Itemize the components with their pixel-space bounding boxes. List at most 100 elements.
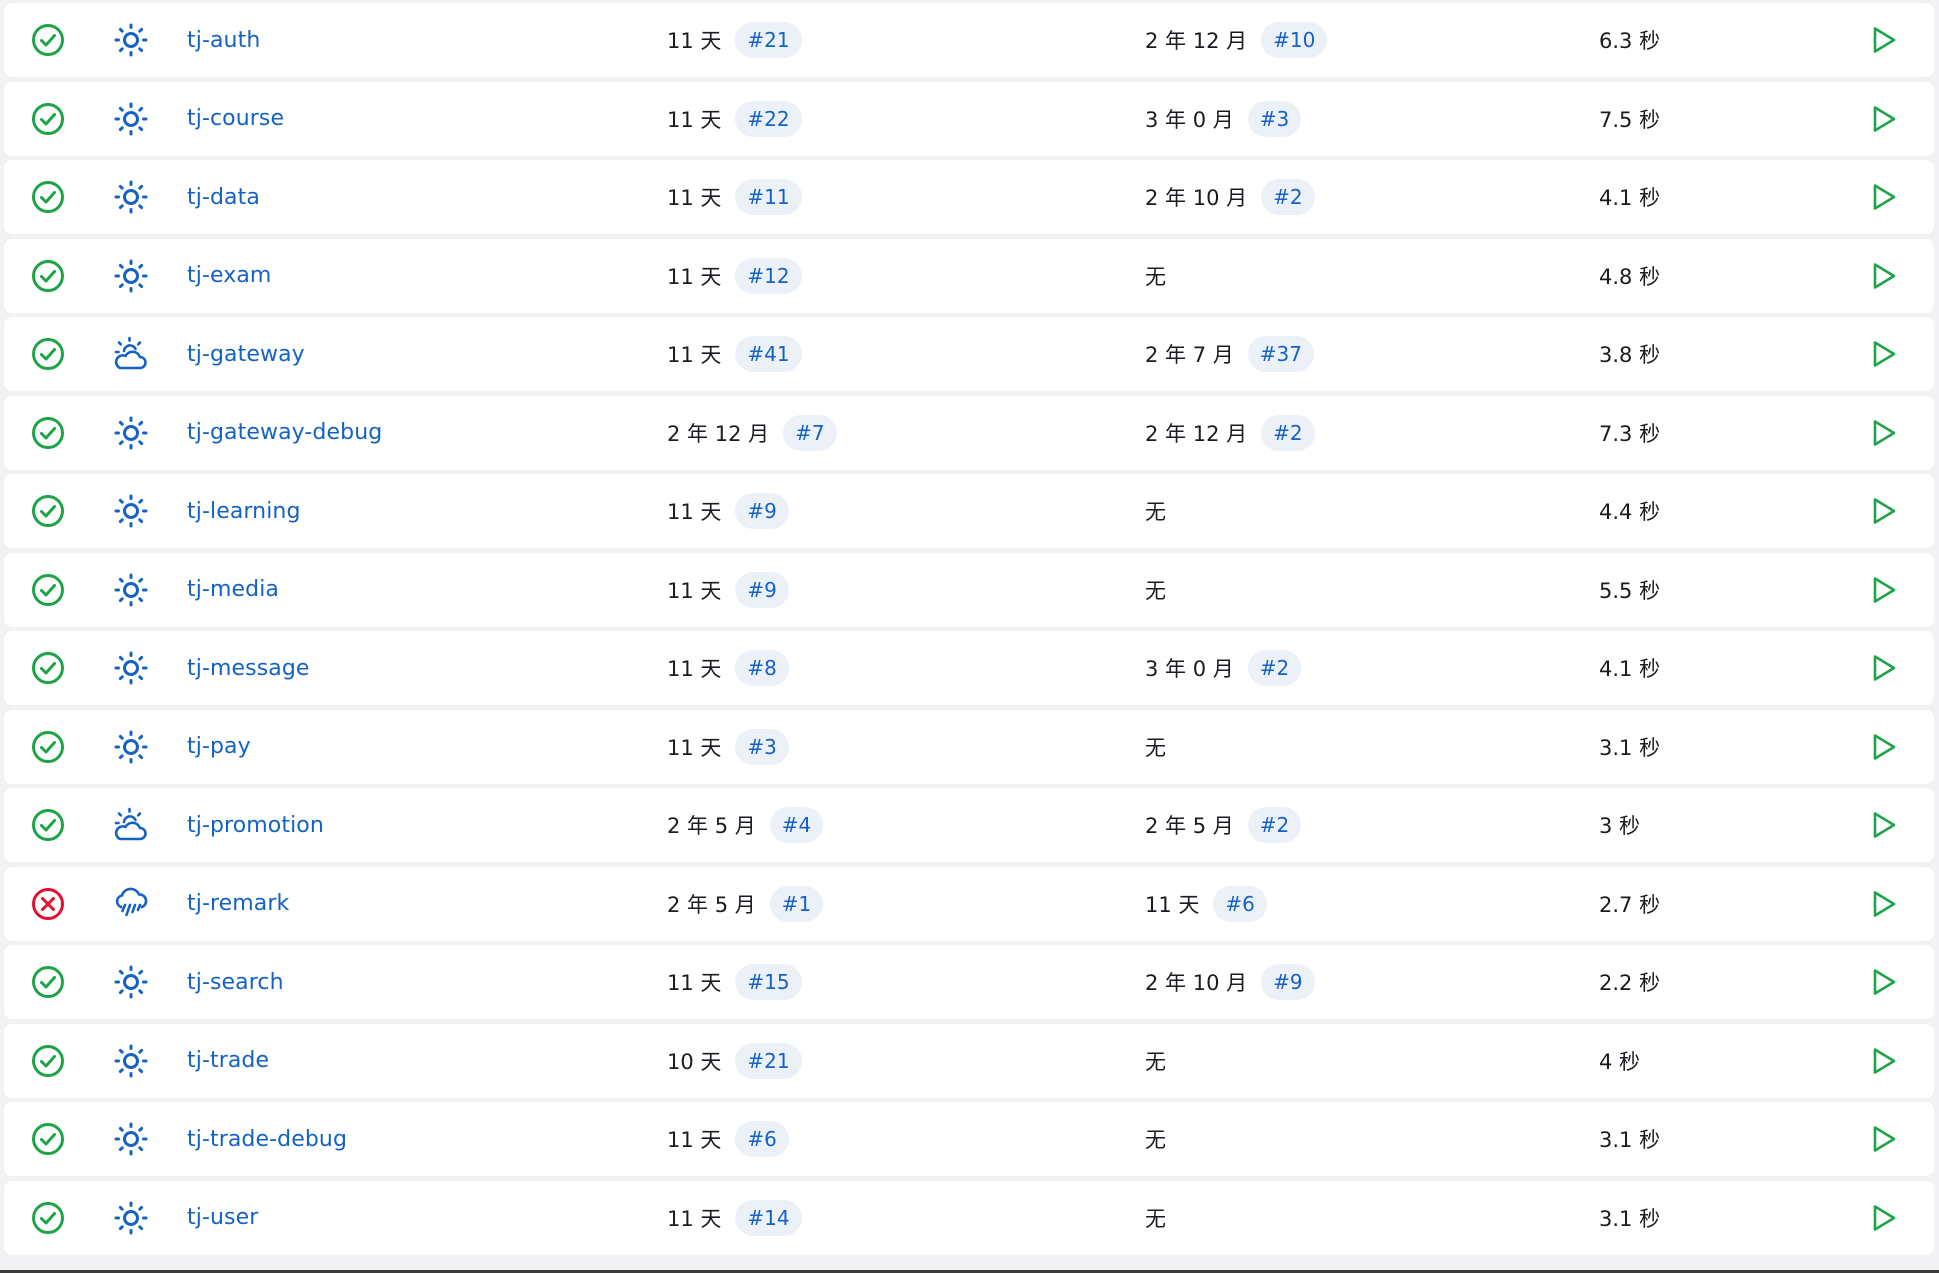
job-row: tj-gateway-debug 2 年 12 月 #7 2 年 12 月 #2… (4, 395, 1934, 470)
last-success-time: 11 天 (667, 107, 722, 132)
last-failure-build-link[interactable]: #37 (1247, 336, 1314, 372)
job-name-link[interactable]: tj-pay (187, 734, 251, 759)
last-failure-build-link[interactable]: #3 (1247, 100, 1302, 137)
last-failure-time: 无 (1145, 1206, 1166, 1231)
build-now-play-icon[interactable] (1864, 710, 1904, 784)
last-failure-build-link[interactable]: #10 (1261, 22, 1328, 58)
success-status-icon (28, 317, 68, 391)
last-duration-cell: 4.1 秒 (1599, 160, 1660, 234)
job-name-link[interactable]: tj-gateway (187, 342, 305, 367)
last-success-build-link[interactable]: #15 (735, 964, 802, 1000)
last-success-cell: 10 天 #21 (667, 1024, 802, 1098)
last-failure-build-link[interactable]: #2 (1247, 807, 1302, 843)
job-name-link[interactable]: tj-gateway-debug (187, 420, 382, 445)
last-success-time: 2 年 5 月 (667, 892, 756, 917)
build-now-play-icon[interactable] (1864, 1024, 1904, 1098)
success-status-icon (28, 1181, 68, 1255)
last-failure-build-link[interactable]: #2 (1261, 414, 1315, 451)
partly-cloudy-weather-icon (109, 317, 153, 391)
build-now-play-icon[interactable] (1864, 631, 1904, 705)
success-status-icon (28, 396, 68, 470)
job-name-link[interactable]: tj-search (187, 970, 284, 995)
last-duration: 3.1 秒 (1599, 735, 1661, 760)
last-success-build-link[interactable]: #7 (783, 414, 837, 451)
last-failure-time: 无 (1145, 735, 1166, 760)
last-failure-time: 2 年 7 月 (1145, 343, 1234, 367)
job-name-cell: tj-message (187, 631, 310, 705)
last-duration-cell: 6.3 秒 (1599, 3, 1660, 77)
build-now-play-icon[interactable] (1864, 788, 1904, 862)
last-success-build-link[interactable]: #11 (735, 179, 802, 215)
build-now-play-icon[interactable] (1864, 1102, 1904, 1176)
last-success-time: 11 天 (667, 343, 722, 367)
last-success-build-link[interactable]: #3 (735, 728, 789, 765)
last-success-cell: 2 年 5 月 #1 (667, 867, 824, 941)
build-now-play-icon[interactable] (1864, 867, 1904, 941)
job-name-link[interactable]: tj-message (187, 656, 310, 681)
build-now-play-icon[interactable] (1864, 396, 1904, 470)
build-now-play-icon[interactable] (1864, 160, 1904, 234)
last-success-time: 11 天 (667, 657, 722, 681)
job-name-cell: tj-auth (187, 3, 260, 77)
last-success-build-link[interactable]: #12 (735, 257, 802, 294)
last-success-build-link[interactable]: #22 (735, 100, 802, 137)
last-failure-build-link[interactable]: #9 (1261, 964, 1315, 1000)
job-row: tj-gateway 11 天 #41 2 年 7 月 #37 3.8 秒 (4, 317, 1934, 391)
job-row: tj-promotion 2 年 5 月 #4 2 年 5 月 #2 3 秒 (4, 788, 1934, 862)
job-name-link[interactable]: tj-trade-debug (187, 1127, 347, 1152)
sunny-weather-icon (109, 160, 153, 234)
success-status-icon (28, 1102, 68, 1176)
job-name-link[interactable]: tj-promotion (187, 813, 324, 838)
build-now-play-icon[interactable] (1864, 3, 1904, 77)
last-failure-cell: 无 (1145, 710, 1166, 784)
last-success-build-link[interactable]: #41 (735, 336, 802, 372)
last-failure-build-link[interactable]: #6 (1213, 885, 1267, 922)
last-failure-cell: 2 年 10 月 #9 (1145, 945, 1315, 1019)
last-failure-time: 2 年 5 月 (1145, 814, 1234, 838)
job-name-link[interactable]: tj-user (187, 1205, 258, 1230)
build-now-play-icon[interactable] (1864, 1181, 1904, 1255)
last-failure-cell: 无 (1145, 553, 1166, 627)
job-name-link[interactable]: tj-learning (187, 499, 301, 524)
last-success-build-link[interactable]: #9 (735, 493, 789, 529)
last-failure-time: 11 天 (1145, 892, 1200, 917)
last-success-cell: 11 天 #15 (667, 945, 802, 1019)
success-status-icon (28, 474, 68, 548)
last-success-build-link[interactable]: #14 (735, 1199, 802, 1236)
last-success-build-link[interactable]: #9 (735, 571, 789, 608)
build-now-play-icon[interactable] (1864, 945, 1904, 1019)
build-now-play-icon[interactable] (1864, 239, 1904, 313)
last-failure-build-link[interactable]: #2 (1247, 650, 1302, 686)
last-success-build-link[interactable]: #4 (769, 807, 824, 843)
last-success-build-link[interactable]: #21 (735, 1042, 802, 1079)
job-name-link[interactable]: tj-media (187, 577, 279, 602)
last-duration-cell: 2.2 秒 (1599, 945, 1660, 1019)
last-success-time: 11 天 (667, 971, 722, 995)
last-failure-cell: 无 (1145, 1181, 1166, 1255)
last-success-build-link[interactable]: #21 (735, 22, 802, 58)
last-success-build-link[interactable]: #1 (769, 885, 824, 922)
last-success-time: 11 天 (667, 264, 722, 289)
build-now-play-icon[interactable] (1864, 317, 1904, 391)
last-failure-time: 3 年 0 月 (1145, 657, 1234, 681)
last-success-build-link[interactable]: #6 (735, 1121, 789, 1157)
job-row: tj-message 11 天 #8 3 年 0 月 #2 4.1 秒 (4, 631, 1934, 705)
last-duration: 3.1 秒 (1599, 1128, 1661, 1152)
last-success-cell: 11 天 #9 (667, 553, 789, 627)
job-name-link[interactable]: tj-auth (187, 28, 260, 53)
last-success-build-link[interactable]: #8 (735, 650, 789, 686)
job-name-cell: tj-user (187, 1181, 258, 1255)
last-duration-cell: 4.4 秒 (1599, 474, 1660, 548)
sunny-weather-icon (109, 3, 153, 77)
job-name-link[interactable]: tj-remark (187, 891, 289, 916)
last-failure-time: 2 年 10 月 (1145, 186, 1248, 210)
build-now-play-icon[interactable] (1864, 82, 1904, 156)
job-name-link[interactable]: tj-course (187, 106, 284, 131)
success-status-icon (28, 710, 68, 784)
job-name-link[interactable]: tj-data (187, 185, 260, 210)
job-name-link[interactable]: tj-trade (187, 1048, 269, 1073)
build-now-play-icon[interactable] (1864, 474, 1904, 548)
build-now-play-icon[interactable] (1864, 553, 1904, 627)
last-failure-build-link[interactable]: #2 (1261, 179, 1315, 215)
job-name-link[interactable]: tj-exam (187, 263, 271, 288)
